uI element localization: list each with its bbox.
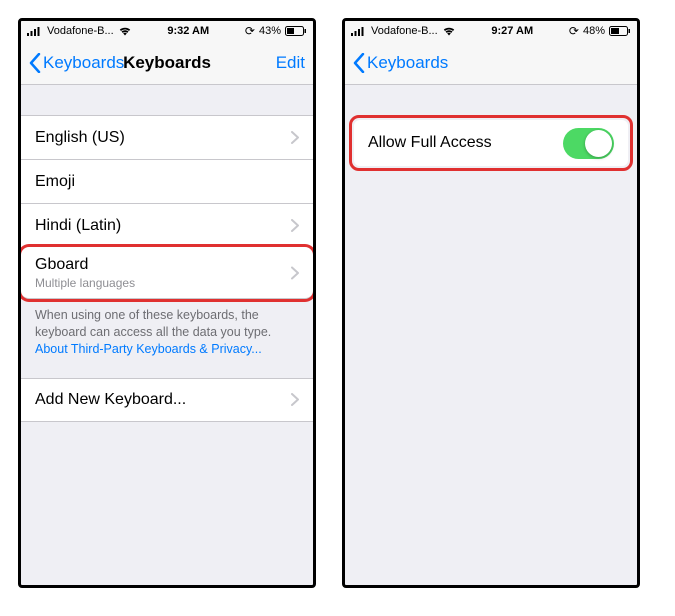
toggle-label: Allow Full Access (368, 134, 563, 152)
row-label: Gboard (35, 256, 88, 274)
carrier-label: Vodafone-B... (371, 25, 438, 37)
row-label: Emoji (35, 173, 75, 191)
row-label: English (US) (35, 129, 125, 147)
chevron-left-icon (29, 53, 41, 73)
row-add-keyboard[interactable]: Add New Keyboard... (21, 378, 313, 422)
row-allow-full-access[interactable]: Allow Full Access (354, 120, 628, 166)
battery-icon (285, 26, 307, 36)
chevron-right-icon (291, 219, 299, 232)
highlight-box: Allow Full Access (349, 115, 633, 171)
back-label: Keyboards (43, 53, 124, 73)
privacy-link[interactable]: About Third-Party Keyboards & Privacy... (35, 342, 262, 356)
row-label: Hindi (Latin) (35, 217, 121, 235)
footer-text: When using one of these keyboards, the k… (21, 299, 313, 366)
row-subtitle: Multiple languages (35, 276, 135, 290)
chevron-left-icon (353, 53, 365, 73)
signal-icon (351, 26, 367, 36)
sync-icon: ⟳ (569, 24, 579, 38)
signal-icon (27, 26, 43, 36)
phone-left: Vodafone-B... 9:32 AM ⟳ 43% Keyboards Ke… (18, 18, 316, 588)
wifi-icon (118, 26, 132, 36)
row-english[interactable]: English (US) (21, 115, 313, 159)
time-label: 9:32 AM (167, 25, 209, 37)
status-bar: Vodafone-B... 9:27 AM ⟳ 48% (345, 21, 637, 41)
footer-text-body: When using one of these keyboards, the k… (35, 308, 271, 339)
toggle-knob (585, 130, 612, 157)
nav-bar: Keyboards Keyboards Edit (21, 41, 313, 85)
battery-icon (609, 26, 631, 36)
allow-full-access-toggle[interactable] (563, 128, 614, 159)
back-button[interactable]: Keyboards (29, 53, 124, 73)
phone-right: Vodafone-B... 9:27 AM ⟳ 48% Keyboards Al… (342, 18, 640, 588)
chevron-right-icon (291, 267, 299, 280)
row-label: Add New Keyboard... (35, 391, 186, 409)
back-label: Keyboards (367, 53, 448, 73)
back-button[interactable]: Keyboards (353, 53, 448, 73)
nav-bar: Keyboards (345, 41, 637, 85)
status-bar: Vodafone-B... 9:32 AM ⟳ 43% (21, 21, 313, 41)
sync-icon: ⟳ (245, 24, 255, 38)
carrier-label: Vodafone-B... (47, 25, 114, 37)
row-emoji[interactable]: Emoji (21, 159, 313, 203)
battery-percent: 48% (583, 25, 605, 37)
page-title: Keyboards (123, 53, 211, 73)
edit-button[interactable]: Edit (276, 53, 305, 73)
chevron-right-icon (291, 393, 299, 406)
wifi-icon (442, 26, 456, 36)
time-label: 9:27 AM (491, 25, 533, 37)
chevron-right-icon (291, 131, 299, 144)
row-hindi[interactable]: Hindi (Latin) (21, 203, 313, 247)
battery-percent: 43% (259, 25, 281, 37)
row-gboard[interactable]: Gboard Multiple languages (21, 247, 313, 299)
